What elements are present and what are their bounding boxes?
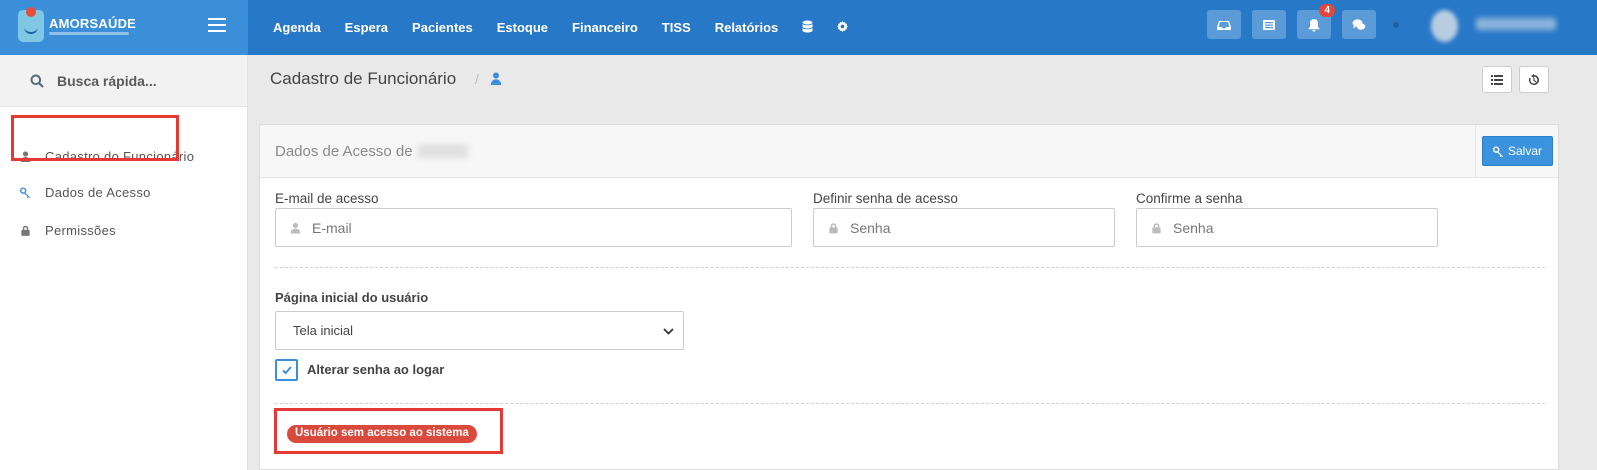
nav-pacientes[interactable]: Pacientes [412,20,473,35]
brand[interactable]: AMORSAÚDE [0,0,248,55]
tasks-button[interactable] [1252,10,1286,39]
brand-tagline [49,32,129,35]
list-icon [1491,74,1503,85]
home-page-label: Página inicial do usuário [275,290,429,305]
email-field[interactable]: E-mail [275,208,792,247]
list-icon [1263,19,1275,30]
nav-espera[interactable]: Espera [345,20,388,35]
access-data-panel: Dados de Acesso de Salvar E-mail de aces… [259,124,1559,470]
brand-name: AMORSAÚDE [49,16,137,31]
quick-search[interactable]: Busca rápida... [0,55,247,107]
lock-icon [1152,222,1161,233]
save-button-label: Salvar [1507,144,1542,158]
quick-search-label: Busca rápida... [57,72,157,89]
nav-tiss[interactable]: TISS [662,20,691,35]
main-nav: Agenda Espera Pacientes Estoque Financei… [273,0,872,55]
check-icon [281,366,292,375]
chevron-down-icon [663,328,674,335]
page-title: Cadastro de Funcionário [270,69,457,88]
user-name[interactable] [1476,18,1556,30]
bell-icon [1308,18,1320,31]
key-icon [1492,145,1504,157]
email-label: E-mail de acesso [275,191,379,206]
nav-estoque[interactable]: Estoque [497,20,548,35]
panel-header: Dados de Acesso de Salvar [260,125,1558,178]
history-icon [1528,73,1539,85]
sidebar-item-permissoes[interactable]: Permissões [20,220,116,240]
sidebar-item-label: Dados de Acesso [45,184,151,200]
employee-name-redacted [418,144,468,158]
change-password-checkbox[interactable] [275,359,298,381]
divider [275,403,1545,404]
avatar[interactable] [1431,10,1458,42]
password-placeholder: Senha [850,219,891,236]
password-field[interactable]: Senha [813,208,1115,247]
list-view-button[interactable] [1482,66,1512,93]
online-status-dot [1393,22,1399,28]
panel-title: Dados de Acesso de [275,143,413,160]
divider [1475,125,1476,178]
inbox-button[interactable] [1207,10,1241,39]
divider [275,267,1545,268]
top-navbar: AMORSAÚDE Agenda Espera Pacientes Estoqu… [0,0,1597,55]
change-password-label: Alterar senha ao logar [307,362,445,377]
sidebar-item-dados-acesso[interactable]: Dados de Acesso [20,182,151,202]
inbox-icon [1217,20,1231,30]
nav-financeiro[interactable]: Financeiro [572,20,638,35]
save-button[interactable]: Salvar [1482,136,1553,166]
search-icon [30,74,44,88]
chat-button[interactable] [1342,10,1376,39]
confirm-password-field[interactable]: Senha [1136,208,1438,247]
nav-agenda[interactable]: Agenda [273,20,321,35]
home-page-value: Tela inicial [293,323,353,338]
chat-icon [1352,18,1366,30]
highlight-box [274,408,503,454]
email-placeholder: E-mail [312,219,352,236]
notifications-button[interactable]: 4 [1297,4,1335,39]
database-icon[interactable] [802,20,813,36]
confirm-password-label: Confirme a senha [1136,191,1243,206]
menu-toggle-icon[interactable] [208,18,226,32]
sidebar-item-label: Permissões [45,222,116,238]
password-label: Definir senha de acesso [813,191,958,206]
notification-badge: 4 [1319,4,1335,17]
lock-icon [829,222,838,233]
confirm-password-placeholder: Senha [1173,219,1214,236]
breadcrumb-separator: / [475,71,479,87]
nav-relatorios[interactable]: Relatórios [715,20,779,35]
key-icon [20,186,31,198]
gear-icon[interactable] [837,20,849,35]
user-icon [290,222,301,233]
user-icon [490,72,502,85]
home-page-select[interactable]: Tela inicial [275,311,684,350]
history-button[interactable] [1519,66,1549,93]
logo-icon [18,7,44,42]
highlight-box [11,115,179,161]
lock-icon [21,225,30,236]
